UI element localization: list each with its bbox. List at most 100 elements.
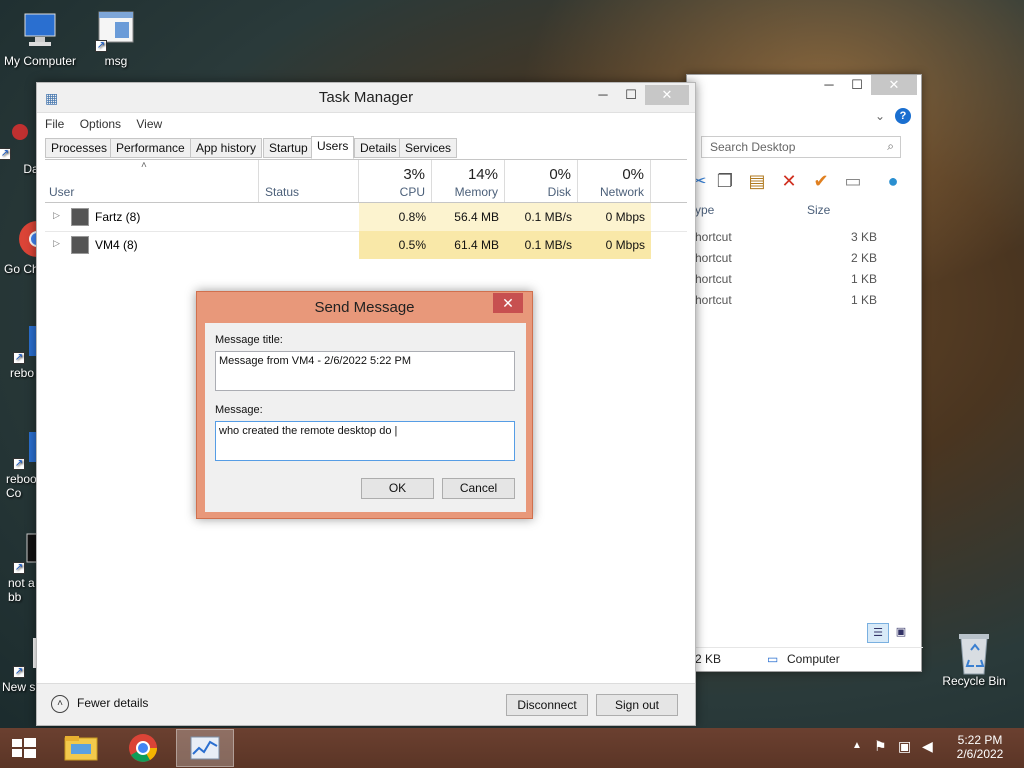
user-avatar-icon	[71, 208, 89, 226]
desktop-icon-msg[interactable]: ↗ msg	[76, 10, 156, 68]
column-memory[interactable]: 14% Memory	[432, 160, 505, 202]
copy-icon[interactable]: ❐	[713, 169, 737, 193]
start-button[interactable]	[0, 729, 48, 767]
message-title-label: Message title:	[215, 334, 283, 346]
table-row[interactable]: ▷ VM4 (8) 0.5% 61.4 MB 0.1 MB/s 0 Mbps	[45, 231, 687, 259]
show-hidden-icons-icon[interactable]: ▲	[852, 740, 862, 751]
search-placeholder: Search Desktop	[710, 140, 796, 154]
taskbar-file-explorer[interactable]	[52, 729, 110, 767]
disconnect-button[interactable]: Disconnect	[506, 694, 588, 716]
explorer-window[interactable]: ─ ☐ ✕ ⌄ ? Search Desktop ⌕ ✂ ❐ ▤ ✕ ✔ ▭ ●…	[686, 74, 923, 672]
tab-details[interactable]: Details	[354, 138, 403, 158]
search-icon[interactable]: ⌕	[887, 139, 894, 154]
user-disk: 0.1 MB/s	[505, 203, 578, 231]
list-item[interactable]: hortcut 3 KB	[687, 230, 923, 251]
user-memory: 61.4 MB	[432, 231, 505, 259]
taskbar-chrome[interactable]	[114, 729, 172, 767]
window-shortcut-icon: ↗	[95, 10, 137, 52]
task-manager-titlebar[interactable]: ▦ Task Manager ─ ☐ ✕	[37, 83, 695, 113]
column-network[interactable]: 0% Network	[578, 160, 651, 202]
column-memory-label: Memory	[454, 185, 498, 199]
rename-icon[interactable]: ▭	[841, 169, 865, 193]
explorer-titlebar[interactable]: ─ ☐ ✕	[687, 75, 921, 101]
desktop-icon-label: msg	[104, 54, 128, 68]
column-cpu[interactable]: 3% CPU	[359, 160, 432, 202]
row-size: 1 KB	[850, 272, 877, 286]
sign-out-button[interactable]: Sign out	[596, 694, 678, 716]
message-input[interactable]: who created the remote desktop do |	[215, 421, 515, 461]
row-size: 2 KB	[850, 251, 877, 265]
explorer-column-headers: ype Size	[687, 203, 923, 225]
maximize-button[interactable]: ☐	[843, 75, 871, 95]
close-button[interactable]: ✕	[871, 75, 917, 95]
table-row[interactable]: ▷ Fartz (8) 0.8% 56.4 MB 0.1 MB/s 0 Mbps	[45, 203, 687, 231]
search-input[interactable]: Search Desktop ⌕	[701, 136, 901, 158]
row-type: hortcut	[695, 272, 732, 286]
user-cpu: 0.5%	[359, 231, 432, 259]
fewer-details-link[interactable]: Fewer details	[77, 696, 148, 710]
chrome-icon	[129, 734, 157, 762]
column-size[interactable]: Size	[807, 203, 830, 217]
dialog-title: Send Message	[314, 299, 415, 316]
document-icon: ↗	[0, 636, 43, 678]
expand-arrow-icon[interactable]: ▷	[53, 210, 60, 221]
close-button[interactable]: ✕	[645, 85, 689, 105]
tab-startup[interactable]: Startup	[263, 138, 314, 158]
column-status[interactable]: Status	[259, 160, 359, 202]
menu-view[interactable]: View	[136, 117, 162, 131]
chevron-down-icon[interactable]: ⌄	[875, 109, 885, 123]
minimize-button[interactable]: ─	[815, 75, 843, 95]
globe-icon[interactable]: ●	[881, 169, 905, 193]
clock[interactable]: 5:22 PM 2/6/2022	[940, 728, 1020, 768]
shortcut-arrow-icon: ↗	[13, 562, 25, 574]
list-item[interactable]: hortcut 1 KB	[687, 272, 923, 293]
collapse-chevron-icon[interactable]: ˄	[51, 695, 69, 713]
network-total: 0%	[622, 166, 644, 183]
taskbar-task-manager[interactable]	[176, 729, 234, 767]
cancel-button[interactable]: Cancel	[442, 478, 515, 499]
shortcut-arrow-icon: ↗	[13, 458, 25, 470]
action-center-flag-icon[interactable]: ⚑	[874, 738, 887, 755]
tab-services[interactable]: Services	[399, 138, 458, 158]
ok-button[interactable]: OK	[361, 478, 434, 499]
desktop-icon-my-computer[interactable]: My Computer	[0, 10, 80, 68]
script-icon: ↗	[0, 428, 43, 470]
volume-muted-icon[interactable]: ◀	[922, 738, 933, 755]
menu-file[interactable]: File	[45, 117, 64, 131]
network-icon[interactable]: ▣	[898, 738, 911, 755]
folder-icon	[64, 736, 98, 761]
user-cpu: 0.8%	[359, 203, 432, 231]
disk-total: 0%	[549, 166, 571, 183]
details-view-icon[interactable]: ☰	[867, 623, 889, 643]
maximize-button[interactable]: ☐	[617, 85, 645, 105]
column-disk[interactable]: 0% Disk	[505, 160, 578, 202]
menu-options[interactable]: Options	[80, 117, 121, 131]
shortcut-arrow-icon: ↗	[95, 40, 107, 52]
expand-arrow-icon[interactable]: ▷	[53, 238, 60, 249]
row-size: 1 KB	[850, 293, 877, 307]
column-type[interactable]: ype	[695, 203, 714, 217]
clock-time: 5:22 PM	[957, 733, 1003, 747]
help-icon[interactable]: ?	[895, 108, 911, 124]
tab-app-history[interactable]: App history	[190, 138, 263, 158]
delete-icon[interactable]: ✕	[777, 169, 801, 193]
paste-icon[interactable]: ▤	[745, 169, 769, 193]
send-message-dialog[interactable]: Send Message ✕ Message title: Message fr…	[196, 291, 533, 519]
close-button[interactable]: ✕	[493, 293, 523, 313]
desktop-icon-recycle-bin[interactable]: Recycle Bin	[934, 630, 1014, 688]
status-bar: 2 KB ▭ Computer	[687, 647, 923, 671]
cpu-total: 3%	[403, 166, 425, 183]
checkmark-icon[interactable]: ✔	[809, 169, 833, 193]
tab-processes[interactable]: Processes	[45, 138, 114, 158]
large-icons-view-icon[interactable]: ▣	[891, 623, 911, 643]
message-title-input[interactable]: Message from VM4 - 2/6/2022 5:22 PM	[215, 351, 515, 391]
task-manager-icon	[190, 736, 220, 760]
dialog-body: Message title: Message from VM4 - 2/6/20…	[205, 323, 526, 512]
tab-performance[interactable]: Performance	[110, 138, 191, 158]
column-user[interactable]: ˄ User	[45, 160, 259, 202]
minimize-button[interactable]: ─	[589, 85, 617, 105]
tab-users[interactable]: Users	[311, 136, 355, 159]
task-manager-footer: ˄ Fewer details Disconnect Sign out	[37, 683, 695, 725]
list-item[interactable]: hortcut 2 KB	[687, 251, 923, 272]
list-item[interactable]: hortcut 1 KB	[687, 293, 923, 314]
